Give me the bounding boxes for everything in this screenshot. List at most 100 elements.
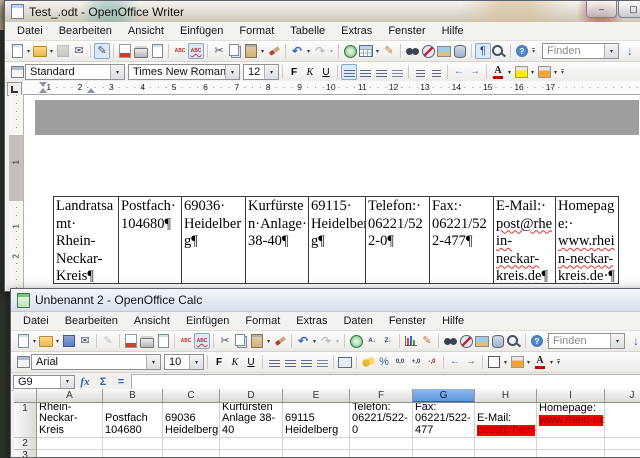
align-justify-icon[interactable] (389, 64, 405, 80)
table-cell[interactable]: Fax:· 06221/52 2-477¶ (429, 196, 494, 284)
cut-icon[interactable]: ✂ (217, 333, 233, 349)
writer-titlebar[interactable]: Test_.odt - OpenOffice Writer – ▢ (5, 1, 640, 22)
draw-functions-icon[interactable]: ✎ (381, 43, 397, 59)
writer-document-area[interactable]: 1 1 2 Landratsa mt· Rhein- Neckar- Kreis… (9, 95, 640, 291)
cell-I3[interactable] (537, 450, 605, 457)
copy-icon[interactable] (227, 43, 243, 59)
align-center-icon[interactable] (357, 64, 373, 80)
sum-icon[interactable]: Σ (95, 374, 111, 390)
undo-icon[interactable]: ↶ (295, 333, 311, 349)
merge-cells-icon[interactable] (337, 354, 353, 370)
page-preview-icon[interactable] (155, 333, 171, 349)
cell-I2[interactable] (537, 438, 605, 450)
table-cell[interactable]: 69115· Heidelber g¶ (308, 196, 366, 284)
redo-icon[interactable]: ↷ (318, 333, 334, 349)
row-header[interactable]: 3 (14, 450, 37, 457)
open-caret[interactable]: ▾ (48, 48, 55, 55)
cell-A3[interactable] (37, 450, 103, 457)
font-color-caret[interactable]: ▾ (506, 69, 513, 76)
menu-item[interactable]: Ansicht (120, 23, 172, 39)
redo-icon[interactable]: ↷ (312, 43, 328, 59)
cell-J3[interactable] (605, 450, 640, 457)
cell-B3[interactable] (103, 450, 163, 457)
data-sources-icon[interactable] (452, 43, 468, 59)
cell-J1[interactable] (605, 403, 640, 438)
cell-A2[interactable] (37, 438, 103, 450)
column-header[interactable]: D (220, 389, 283, 402)
help-icon[interactable]: ? (514, 43, 530, 59)
email-icon[interactable]: ✉ (77, 333, 93, 349)
hyperlink-icon[interactable] (342, 43, 358, 59)
font-size-combo[interactable]: 12▾ (243, 64, 279, 80)
underline-icon[interactable]: U (243, 354, 259, 370)
increase-indent-icon[interactable]: → (467, 64, 483, 80)
cell-F1[interactable]: Telefon: 06221/522-0 (350, 403, 413, 438)
cell-A1[interactable]: Landratsamt Rhein- Neckar-Kreis (37, 403, 103, 438)
sort-ascending-icon[interactable]: A↓ (364, 333, 380, 349)
find-combo-caret[interactable]: ▾ (610, 334, 624, 348)
menu-item[interactable]: Format (237, 313, 288, 329)
italic-icon[interactable]: K (227, 354, 243, 370)
table-cell[interactable]: Landratsa mt· Rhein- Neckar- Kreis¶ (53, 196, 119, 284)
table-cell[interactable]: 69036· Heidelber g¶ (181, 196, 246, 284)
cell-G1[interactable]: Fax: 06221/522- 477 (413, 403, 475, 438)
open-caret[interactable]: ▾ (54, 338, 61, 345)
open-icon[interactable] (32, 43, 48, 59)
select-all-corner[interactable] (14, 389, 37, 402)
column-header[interactable]: F (350, 389, 413, 402)
numbered-list-icon[interactable] (412, 64, 428, 80)
email-icon[interactable]: ✉ (71, 43, 87, 59)
table-cell[interactable]: Postfach· 104680¶ (118, 196, 182, 284)
align-left-icon[interactable] (266, 354, 282, 370)
cell-B1[interactable]: Postfach 104680 (103, 403, 163, 438)
bold-icon[interactable]: F (211, 354, 227, 370)
save-icon[interactable] (55, 43, 71, 59)
paste-caret[interactable]: ▾ (259, 48, 266, 55)
column-header[interactable]: H (475, 389, 537, 402)
table-cell[interactable]: Telefon:· 06221/52 2-0¶ (365, 196, 430, 284)
menu-item[interactable]: Einfügen (178, 313, 237, 329)
hyperlink-icon[interactable] (348, 333, 364, 349)
zoom-icon[interactable] (491, 43, 507, 59)
cell-E2[interactable] (283, 438, 350, 450)
insert-table-icon[interactable] (358, 43, 374, 59)
cell-H3[interactable] (475, 450, 537, 457)
find-replace-icon[interactable] (442, 333, 458, 349)
spellcheck-icon[interactable]: ABC (172, 43, 188, 59)
borders-caret[interactable]: ▾ (502, 359, 509, 366)
cell-D1[interactable]: Kurfürsten Anlage 38-40 (220, 403, 283, 438)
save-icon[interactable] (61, 333, 77, 349)
menu-item[interactable]: Ansicht (126, 313, 178, 329)
column-header[interactable]: A (37, 389, 103, 402)
borders-icon[interactable] (486, 354, 502, 370)
cell-D3[interactable] (220, 450, 283, 457)
font-name-combo[interactable]: Times New Roman▾ (128, 64, 240, 80)
gallery-icon[interactable] (474, 333, 490, 349)
copy-icon[interactable] (233, 333, 249, 349)
redo-caret[interactable]: ▾ (334, 338, 341, 345)
edit-file-icon[interactable]: ✎ (94, 43, 110, 59)
decrease-indent-icon[interactable]: ← (451, 64, 467, 80)
indent-marker[interactable] (39, 82, 47, 87)
find-next-icon[interactable]: ↓ (622, 43, 638, 59)
cell-C2[interactable] (163, 438, 220, 450)
align-right-icon[interactable] (373, 64, 389, 80)
bold-icon[interactable]: F (286, 64, 302, 80)
cell-C1[interactable]: 69036 Heidelberg (163, 403, 220, 438)
align-left-icon[interactable] (341, 64, 357, 80)
paragraph-style-combo[interactable]: Standard▾ (25, 64, 125, 80)
cell-G2[interactable] (413, 438, 475, 450)
menu-item[interactable]: Bearbeiten (57, 313, 126, 329)
new-document-caret[interactable]: ▾ (31, 338, 38, 345)
cut-icon[interactable]: ✂ (211, 43, 227, 59)
standard-format-icon[interactable]: 0,0 (392, 354, 408, 370)
cell-I1[interactable]: Homepage: www.rhein-nec (537, 403, 605, 438)
autospellcheck-icon[interactable]: ABC (188, 43, 204, 59)
menu-item[interactable]: Datei (15, 313, 57, 329)
minimize-button[interactable]: – (586, 1, 617, 18)
align-justify-icon[interactable] (314, 354, 330, 370)
print-icon[interactable] (133, 43, 149, 59)
navigator-icon[interactable] (458, 333, 474, 349)
new-document-icon[interactable] (15, 333, 31, 349)
format-paintbrush-icon[interactable] (272, 333, 288, 349)
